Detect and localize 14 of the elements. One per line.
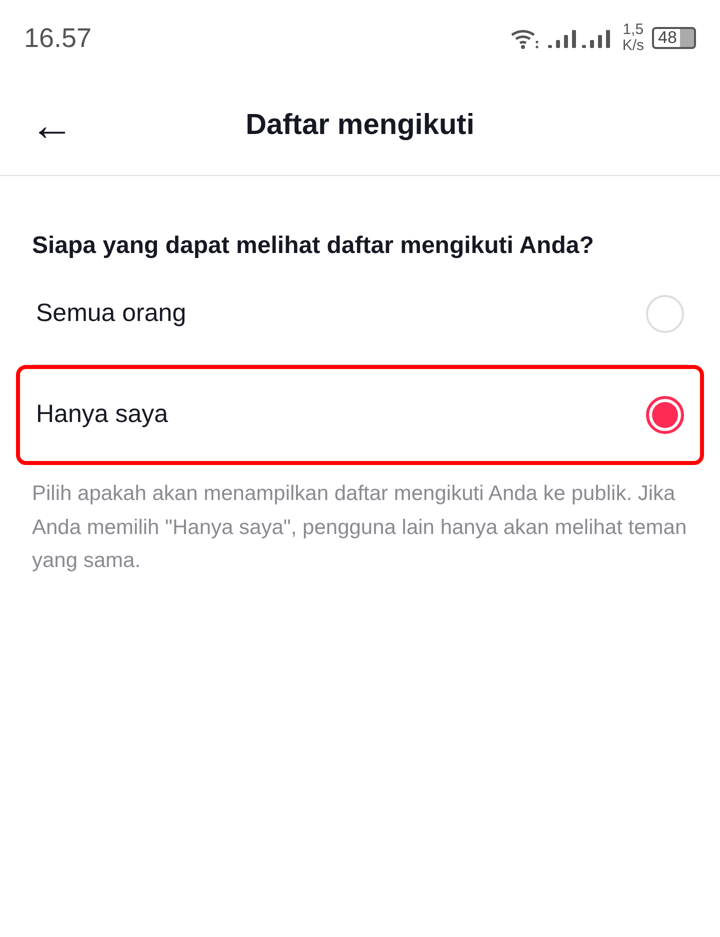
battery-level: 48 [652,27,696,49]
wifi-icon [510,27,540,49]
description-text: Pilih apakah akan menampilkan daftar mengikuti Anda ke publik. Jika Anda memilih "Hanya saya", pengguna lain hanya akan melihat teman yang sama. [32,481,688,574]
highlighted-option[interactable]: Hanya saya [16,365,704,465]
status-time: 16.57 [24,22,92,55]
speed-unit: K/s [622,38,644,54]
back-button[interactable]: ← [30,104,74,148]
question-text: Siapa yang dapat melihat daftar mengikuti Anda? [32,231,595,261]
option-label: Hanya saya [36,399,168,430]
option-row[interactable]: Semua orang [16,264,704,364]
radio-button[interactable] [646,396,684,434]
page-title: Daftar mengikuti [246,108,474,143]
speed-value: 1,5 [622,22,644,38]
option-label: Semua orang [36,298,186,330]
